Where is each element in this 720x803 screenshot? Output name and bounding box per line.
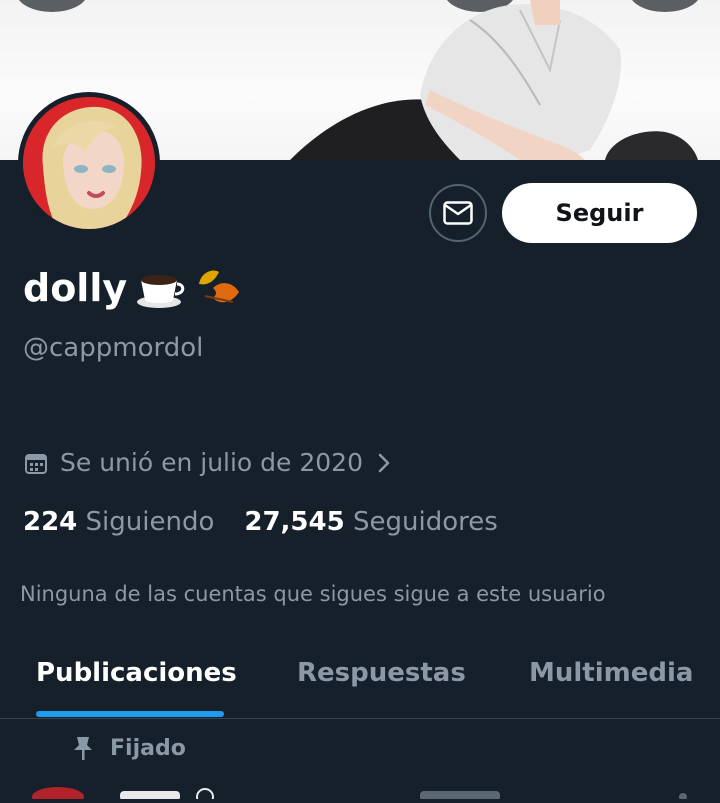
pinned-label: Fijado — [110, 735, 186, 761]
chevron-right-icon — [378, 453, 390, 472]
following-link[interactable]: 224 Siguiendo — [23, 507, 214, 537]
pinned-post-preview[interactable] — [0, 784, 720, 803]
follow-stats: 224 Siguiendo 27,545 Seguidores — [23, 507, 498, 537]
coffee-emoji-icon — [137, 275, 185, 308]
active-tab-indicator — [36, 711, 224, 717]
join-date[interactable]: Se unió en julio de 2020 — [24, 448, 393, 477]
pin-icon — [74, 737, 92, 760]
mail-icon — [443, 201, 473, 225]
profile-tabs: Publicaciones Respuestas Multimedia — [0, 640, 720, 719]
profile-name: dolly — [23, 266, 243, 310]
pinned-post-clip — [32, 787, 687, 803]
follow-button[interactable]: Seguir — [502, 183, 697, 243]
tab-respuestas[interactable]: Respuestas — [297, 658, 466, 688]
calendar-icon — [25, 453, 47, 474]
mutual-followers-text: Ninguna de las cuentas que sigues sigue … — [20, 582, 606, 606]
display-name: dolly — [23, 266, 128, 310]
followers-count: 27,545 — [244, 507, 345, 537]
pinned-indicator: Fijado — [72, 735, 186, 761]
autumn-leaves-icon — [199, 270, 240, 303]
following-label: Siguiendo — [85, 507, 215, 537]
profile-handle: @cappmordol — [23, 333, 204, 363]
following-count: 224 — [23, 507, 78, 537]
avatar-image — [23, 97, 155, 229]
followers-link[interactable]: 27,545 Seguidores — [244, 507, 497, 537]
profile-avatar[interactable] — [18, 92, 160, 234]
message-button[interactable] — [429, 184, 487, 242]
followers-label: Seguidores — [352, 507, 498, 537]
tab-publicaciones[interactable]: Publicaciones — [36, 658, 237, 688]
join-date-text: Se unió en julio de 2020 — [60, 448, 363, 477]
tab-multimedia[interactable]: Multimedia — [529, 658, 693, 688]
